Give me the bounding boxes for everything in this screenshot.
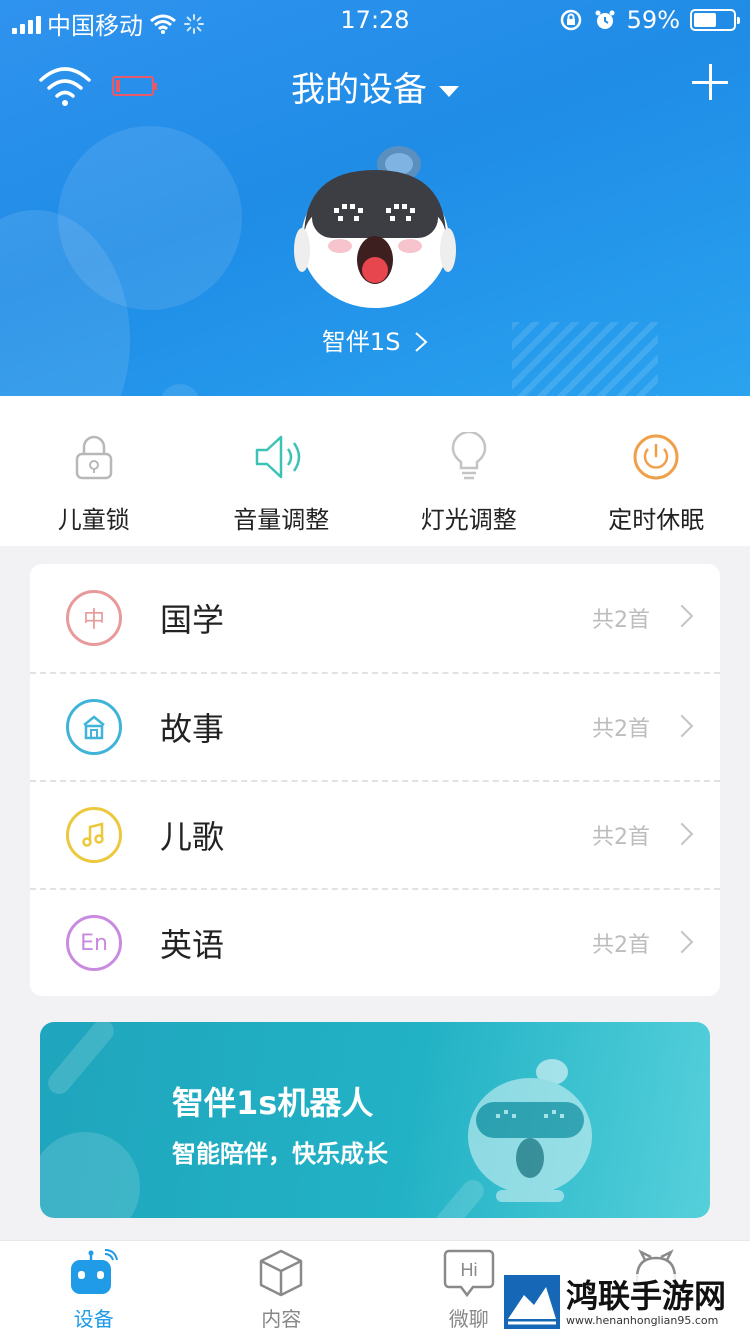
device-header: 中国移动 17:28 59% 我的设备 智伴1S <box>0 0 750 396</box>
top-nav: 我的设备 <box>0 56 750 116</box>
chevron-right-icon <box>670 714 694 738</box>
rotation-lock-icon <box>560 9 581 31</box>
category-name: 国学 <box>160 601 225 639</box>
tab-device[interactable]: 设备 <box>0 1241 188 1334</box>
box-icon <box>260 1249 303 1297</box>
speaker-icon <box>256 435 301 479</box>
chevron-right-icon <box>670 822 694 846</box>
decor-bubble <box>40 1132 140 1218</box>
music-note-icon <box>66 807 122 863</box>
list-item[interactable]: En 英语 共2首 <box>30 888 720 996</box>
control-label: 儿童锁 <box>57 506 130 534</box>
device-name: 智伴1S <box>321 328 401 356</box>
alarm-icon <box>595 10 615 29</box>
device-selector[interactable]: 我的设备 <box>0 62 750 111</box>
decor-bubble <box>58 126 242 310</box>
category-count: 共2首 <box>592 825 650 850</box>
category-name: 故事 <box>160 710 225 748</box>
device-name-link[interactable]: 智伴1S <box>0 322 750 357</box>
child-lock-button[interactable]: 儿童锁 <box>0 396 188 546</box>
chevron-right-icon <box>670 930 694 954</box>
list-item[interactable]: 故事 共2首 <box>30 672 720 780</box>
category-count: 共2首 <box>592 933 650 958</box>
light-button[interactable]: 灯光调整 <box>375 396 563 546</box>
chinese-icon: 中 <box>66 590 122 646</box>
page-title: 我的设备 <box>291 70 427 110</box>
site-watermark: 鸿联手游网 www.henanhonglian95.com <box>500 1274 750 1330</box>
robot-illustration <box>468 1059 592 1202</box>
caret-down-icon <box>439 86 459 97</box>
volume-button[interactable]: 音量调整 <box>188 396 376 546</box>
decor-stroke <box>43 1022 119 1099</box>
chevron-right-icon <box>415 332 428 352</box>
category-count: 共2首 <box>592 717 650 742</box>
content-category-list: 中 国学 共2首 故事 共2首 儿歌 共2首 En 英语 共2首 <box>30 564 720 996</box>
robot-icon <box>70 1249 118 1294</box>
decor-bubble <box>160 384 200 396</box>
robot-avatar[interactable] <box>294 142 456 308</box>
chat-hi-icon: Hi <box>443 1249 494 1298</box>
tab-label: 微聊 <box>448 1307 489 1331</box>
category-name: 英语 <box>160 926 225 964</box>
power-icon <box>633 434 679 480</box>
status-bar: 中国移动 17:28 59% <box>0 0 750 40</box>
tab-label: 内容 <box>261 1307 302 1331</box>
chevron-right-icon <box>670 604 694 628</box>
lock-icon <box>75 435 112 480</box>
bulb-icon <box>451 432 487 480</box>
watermark-logo <box>504 1275 560 1329</box>
category-count: 共2首 <box>592 608 650 633</box>
house-icon <box>66 699 122 755</box>
tab-content[interactable]: 内容 <box>188 1241 376 1334</box>
category-name: 儿歌 <box>160 818 225 856</box>
sleep-timer-button[interactable]: 定时休眠 <box>563 396 750 546</box>
banner-title: 智伴1s机器人 <box>172 1084 374 1122</box>
add-device-button[interactable] <box>692 64 728 100</box>
device-controls: 儿童锁 音量调整 灯光调整 定时休眠 <box>0 396 750 546</box>
watermark-title: 鸿联手游网 <box>566 1276 727 1315</box>
list-item[interactable]: 儿歌 共2首 <box>30 780 720 888</box>
svg-text:Hi: Hi <box>460 1260 477 1280</box>
app-screen: 中国移动 17:28 59% 我的设备 智伴1S 儿童锁 音量调整 灯光调整 定… <box>0 0 750 1334</box>
control-label: 灯光调整 <box>420 506 517 534</box>
control-label: 定时休眠 <box>608 506 705 534</box>
tab-label: 设备 <box>73 1307 114 1331</box>
english-icon: En <box>66 915 122 971</box>
battery-percent: 59% <box>626 6 680 34</box>
control-label: 音量调整 <box>233 506 330 534</box>
battery-icon <box>690 9 740 31</box>
promo-banner[interactable]: 智伴1s机器人 智能陪伴，快乐成长 <box>40 1022 710 1218</box>
watermark-url: www.henanhonglian95.com <box>566 1313 719 1327</box>
banner-subtitle: 智能陪伴，快乐成长 <box>172 1140 388 1168</box>
list-item[interactable]: 中 国学 共2首 <box>30 564 720 672</box>
